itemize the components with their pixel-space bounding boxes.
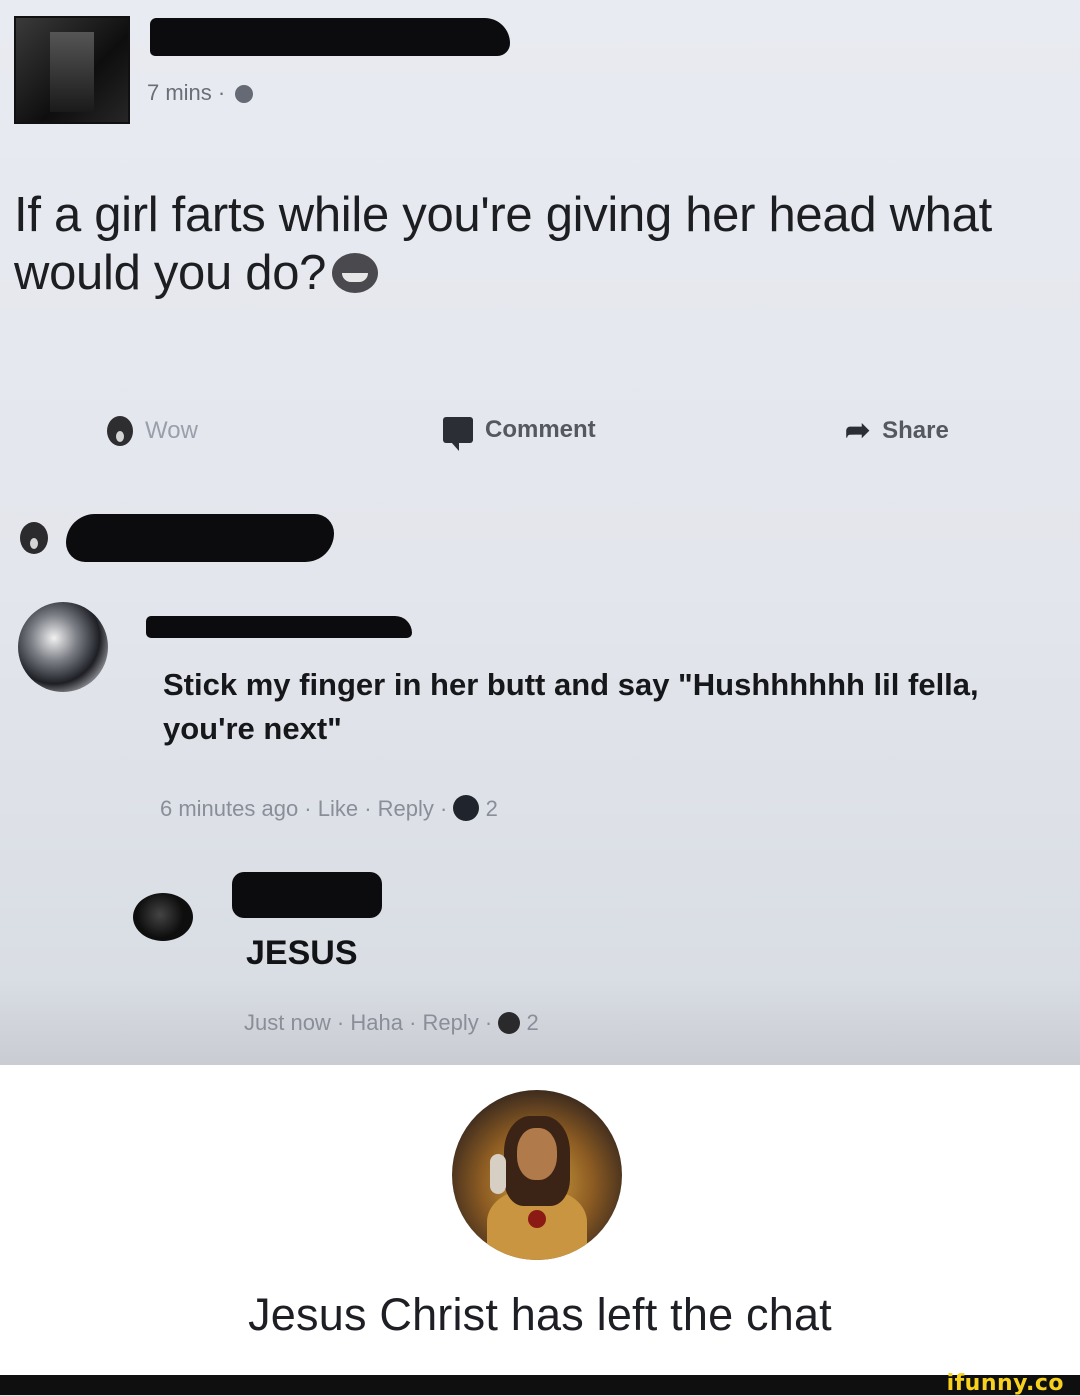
comment-bubble-icon — [443, 417, 473, 451]
watermark-bar: ifunny.co — [0, 1371, 1080, 1396]
jesus-avatar — [452, 1090, 622, 1260]
poster-avatar[interactable] — [14, 16, 130, 124]
redacted-reactor-name — [66, 514, 334, 562]
redacted-poster-name — [150, 18, 510, 56]
share-button[interactable]: ➦ Share — [845, 416, 949, 446]
left-chat-caption: Jesus Christ has left the chat — [248, 1289, 832, 1340]
reply-text: JESUS — [246, 934, 358, 972]
wow-reaction-button[interactable]: Wow — [107, 416, 198, 446]
redacted-commenter-name — [146, 616, 412, 638]
wow-reaction-icon — [20, 522, 48, 554]
comment-button[interactable]: Comment — [443, 416, 596, 451]
laughing-emoji-icon — [332, 253, 379, 293]
comment-text: Stick my finger in her butt and say "Hus… — [163, 667, 979, 746]
reply-avatar[interactable] — [133, 893, 193, 941]
comment-meta: 6 minutes ago · Like · Reply · 2 — [160, 795, 498, 821]
chat-notification: Jesus Christ has left the chat — [0, 1065, 1080, 1375]
commenter-avatar[interactable] — [18, 602, 108, 692]
post-text: If a girl farts while you're giving her … — [14, 188, 992, 300]
globe-icon — [235, 85, 254, 103]
post-timestamp: 7 mins · — [147, 80, 254, 106]
reply-meta: Just now · Haha · Reply · 2 — [244, 1010, 539, 1035]
facebook-post: 7 mins · If a girl farts while you're gi… — [0, 0, 1080, 1065]
share-arrow-icon: ➦ — [845, 414, 871, 447]
wow-icon — [107, 416, 133, 446]
ifunny-logo: ifunny.co — [946, 1371, 1064, 1396]
like-icon — [453, 795, 480, 821]
redacted-reply-name — [232, 872, 382, 918]
haha-icon — [498, 1012, 521, 1034]
